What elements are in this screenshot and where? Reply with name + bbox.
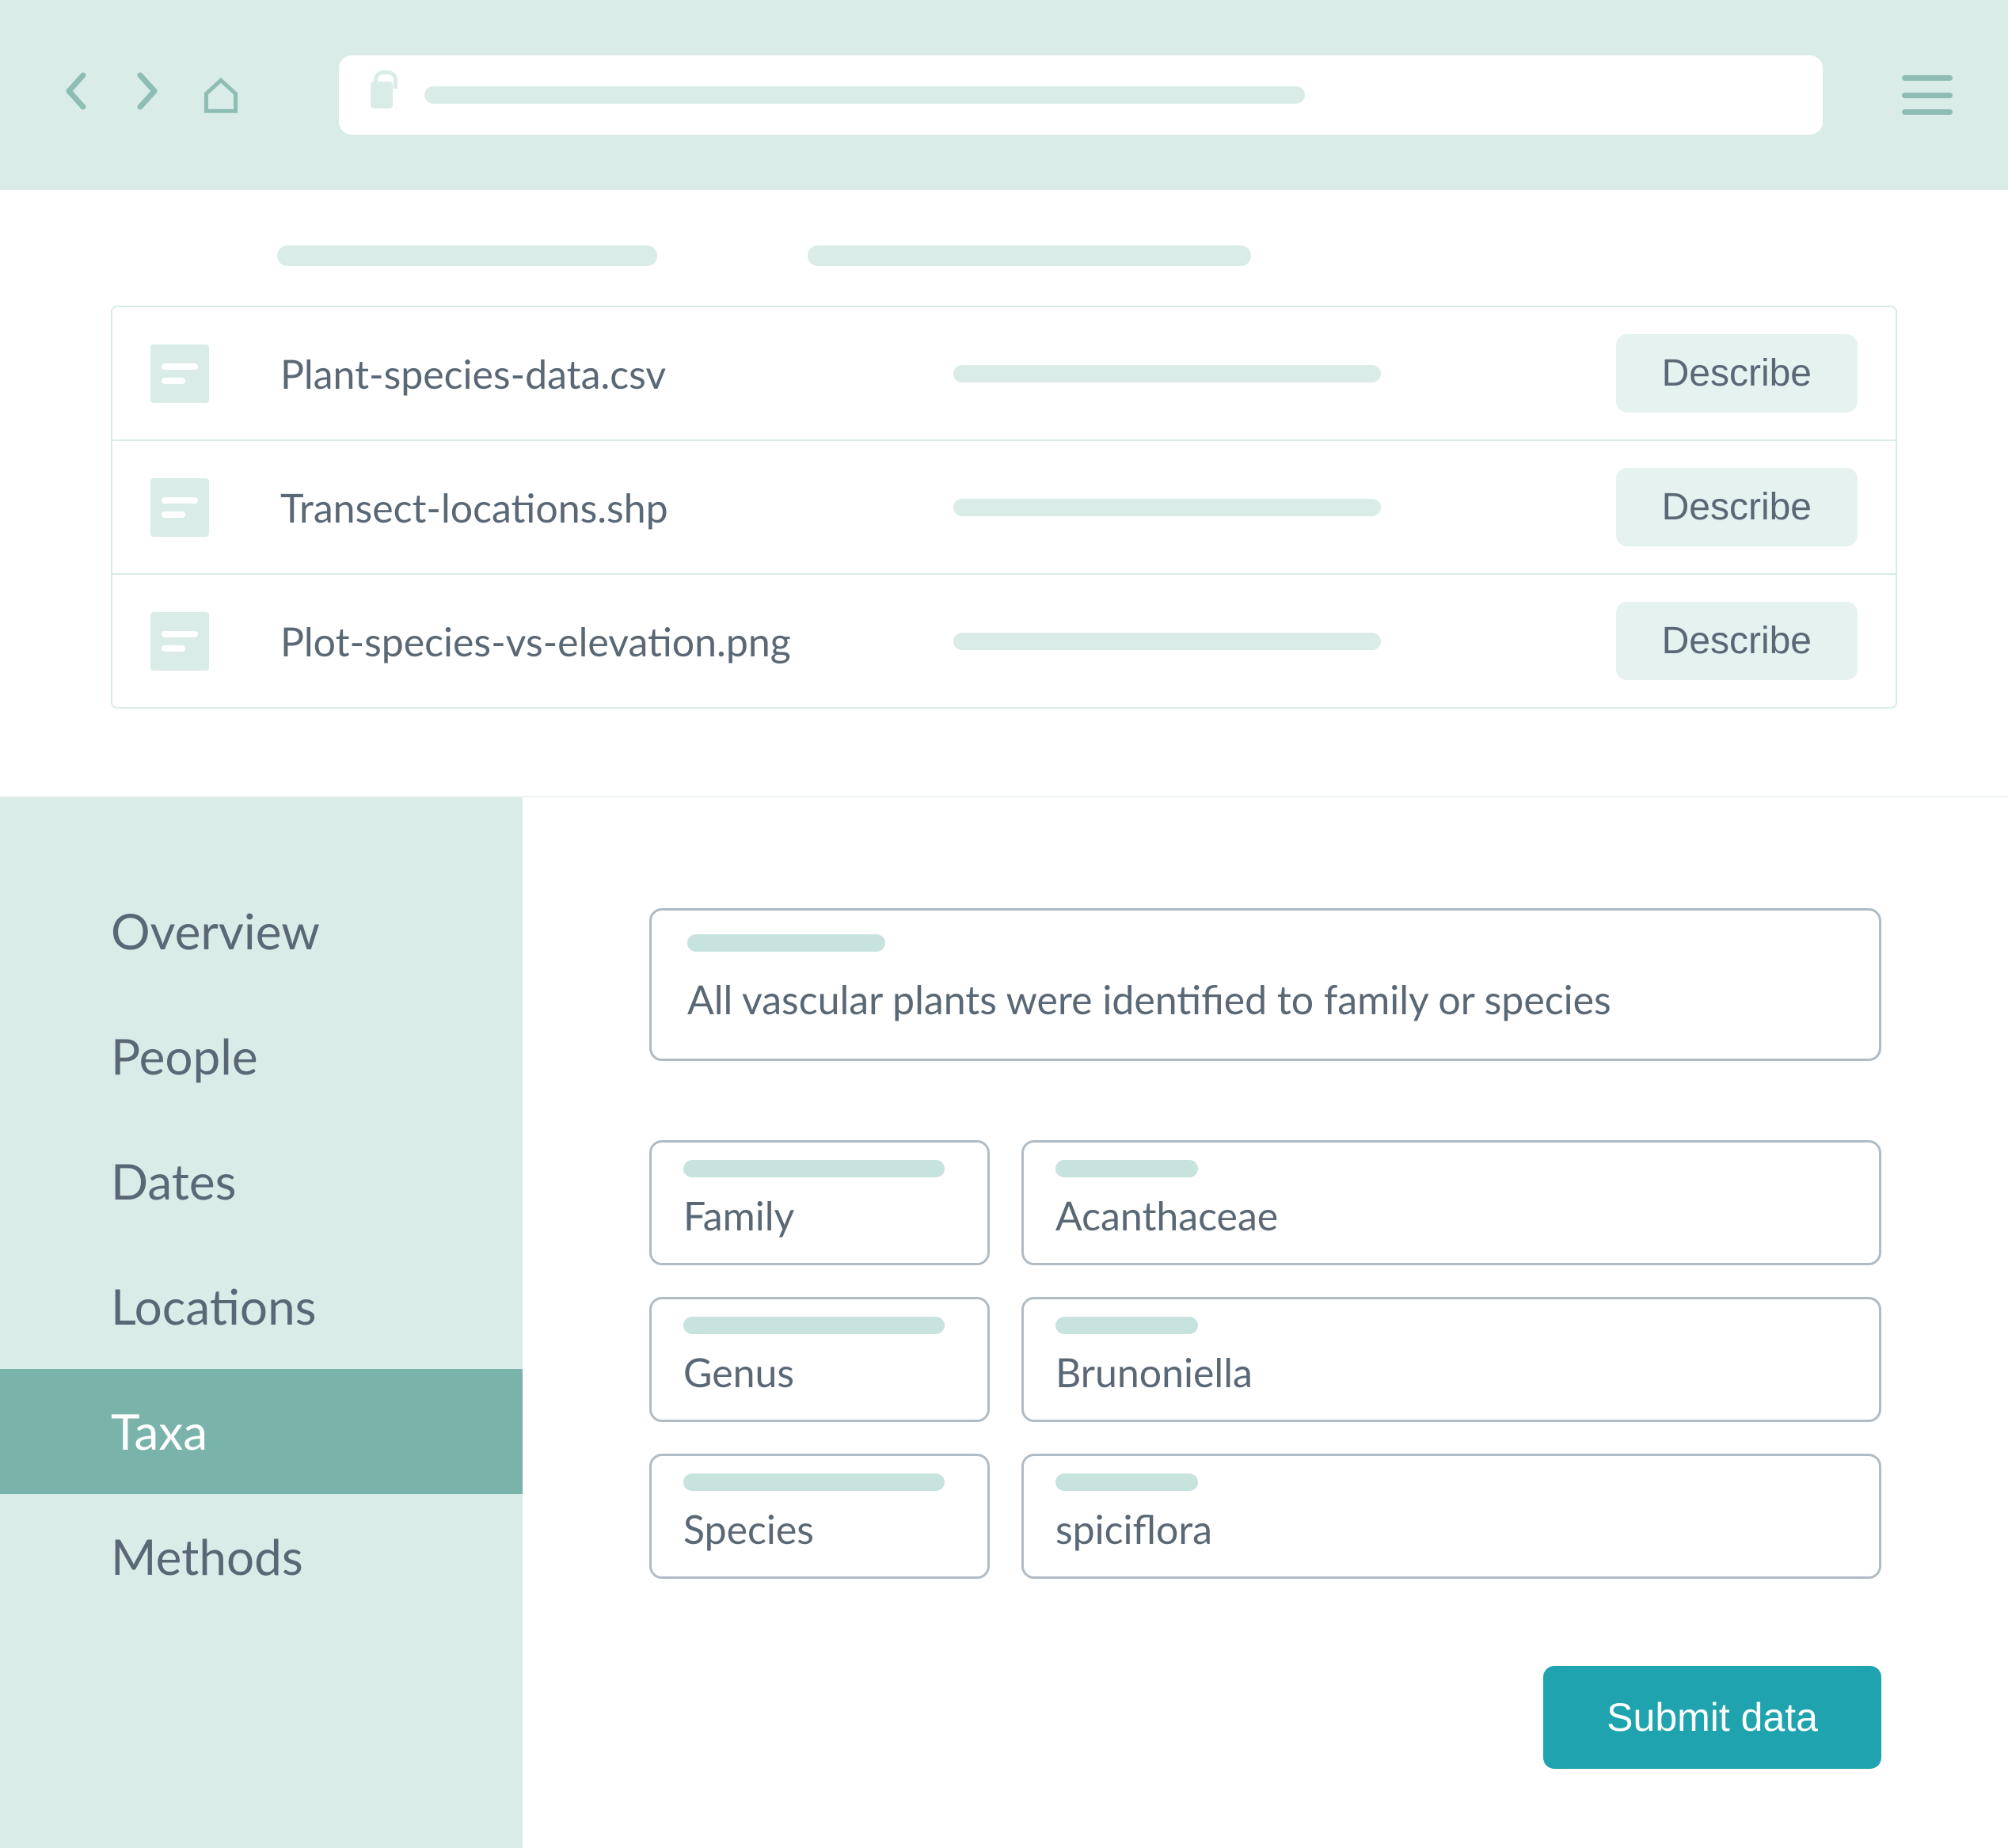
field-label-placeholder bbox=[1055, 1317, 1198, 1334]
sidebar-item-overview[interactable]: Overview bbox=[0, 869, 523, 994]
browser-toolbar bbox=[0, 0, 2008, 190]
rank-field[interactable]: Genus bbox=[649, 1297, 990, 1422]
describe-button[interactable]: Describe bbox=[1616, 334, 1858, 413]
field-label-placeholder bbox=[683, 1160, 945, 1177]
file-row: Plant-species-data.csv Describe bbox=[112, 307, 1896, 441]
sidebar-item-taxa[interactable]: Taxa bbox=[0, 1369, 523, 1494]
file-name: Plot-species-vs-elevation.png bbox=[280, 618, 882, 665]
value-field[interactable]: Brunoniella bbox=[1021, 1297, 1881, 1422]
file-icon bbox=[150, 344, 209, 403]
rank-value: Species bbox=[683, 1505, 956, 1553]
file-icon bbox=[150, 612, 209, 671]
home-button[interactable] bbox=[198, 72, 244, 118]
taxon-value: Acanthaceae bbox=[1055, 1192, 1847, 1239]
field-label-placeholder bbox=[1055, 1160, 1198, 1177]
rank-value: Genus bbox=[683, 1348, 956, 1396]
sidebar-item-people[interactable]: People bbox=[0, 994, 523, 1119]
file-row: Plot-species-vs-elevation.png Describe bbox=[112, 575, 1896, 707]
header-placeholder bbox=[808, 245, 1251, 266]
file-row: Transect-locations.shp Describe bbox=[112, 441, 1896, 575]
main-panel: All vascular plants were identified to f… bbox=[523, 797, 2008, 1848]
sidebar-item-locations[interactable]: Locations bbox=[0, 1244, 523, 1369]
sidebar: Overview People Dates Locations Taxa Met… bbox=[0, 797, 523, 1848]
taxa-fields: Family Acanthaceae Genus Brunoniella Spe… bbox=[649, 1140, 1881, 1579]
submit-button[interactable]: Submit data bbox=[1543, 1666, 1881, 1769]
description-text: All vascular plants were identified to f… bbox=[687, 975, 1843, 1023]
description-box[interactable]: All vascular plants were identified to f… bbox=[649, 908, 1881, 1061]
field-label-placeholder bbox=[683, 1317, 945, 1334]
lower-section: Overview People Dates Locations Taxa Met… bbox=[0, 796, 2008, 1848]
rank-value: Family bbox=[683, 1192, 956, 1239]
field-label-placeholder bbox=[683, 1473, 945, 1491]
rank-field[interactable]: Family bbox=[649, 1140, 990, 1265]
file-table-header bbox=[111, 245, 1897, 306]
file-meta-placeholder bbox=[953, 499, 1381, 516]
describe-button[interactable]: Describe bbox=[1616, 602, 1858, 680]
submit-row: Submit data bbox=[649, 1666, 1881, 1769]
file-meta-placeholder bbox=[953, 633, 1381, 650]
file-icon bbox=[150, 478, 209, 537]
taxon-value: spiciflora bbox=[1055, 1505, 1847, 1553]
file-table: Plant-species-data.csv Describe Transect… bbox=[111, 306, 1897, 709]
forward-button[interactable] bbox=[127, 70, 166, 120]
address-bar[interactable] bbox=[339, 55, 1823, 135]
sidebar-item-methods[interactable]: Methods bbox=[0, 1494, 523, 1619]
back-button[interactable] bbox=[55, 70, 95, 120]
file-meta-placeholder bbox=[953, 365, 1381, 382]
value-field[interactable]: spiciflora bbox=[1021, 1454, 1881, 1579]
rank-field[interactable]: Species bbox=[649, 1454, 990, 1579]
field-label-placeholder bbox=[687, 934, 885, 952]
file-section: Plant-species-data.csv Describe Transect… bbox=[0, 190, 2008, 796]
menu-button[interactable] bbox=[1902, 75, 1953, 115]
describe-button[interactable]: Describe bbox=[1616, 468, 1858, 546]
value-field[interactable]: Acanthaceae bbox=[1021, 1140, 1881, 1265]
taxon-value: Brunoniella bbox=[1055, 1348, 1847, 1396]
file-name: Plant-species-data.csv bbox=[280, 350, 882, 397]
header-placeholder bbox=[277, 245, 657, 266]
sidebar-item-dates[interactable]: Dates bbox=[0, 1119, 523, 1244]
lock-icon bbox=[371, 82, 393, 108]
field-label-placeholder bbox=[1055, 1473, 1198, 1491]
url-placeholder bbox=[424, 86, 1305, 104]
file-name: Transect-locations.shp bbox=[280, 484, 882, 531]
